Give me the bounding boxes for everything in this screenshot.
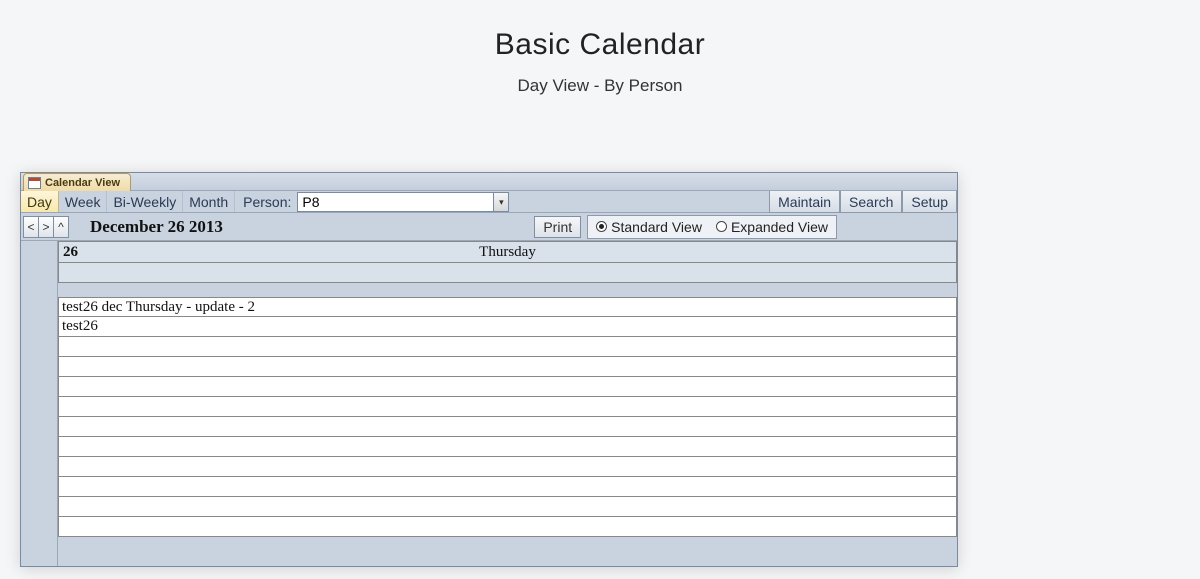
person-dropdown-button[interactable]: ▾ (493, 192, 509, 212)
chevron-down-icon: ▾ (499, 197, 504, 208)
day-grid: 26 Thursday test26 dec Thursday - update… (21, 241, 957, 566)
tab-week[interactable]: Week (59, 191, 108, 212)
event-row[interactable] (58, 437, 957, 457)
search-button[interactable]: Search (840, 191, 902, 213)
window-tab[interactable]: Calendar View (23, 173, 131, 191)
event-text: test26 (62, 318, 98, 335)
tab-biweekly-label: Bi-Weekly (113, 194, 176, 210)
calendar-window: Calendar View Day Week Bi-Weekly Month P… (20, 172, 958, 567)
view-toolbar: Day Week Bi-Weekly Month Person: ▾ Maint… (21, 191, 957, 213)
event-row[interactable] (58, 457, 957, 477)
event-row[interactable] (58, 517, 957, 537)
tab-day[interactable]: Day (21, 191, 59, 212)
chevron-up-icon: ^ (58, 220, 64, 234)
day-name: Thursday (59, 244, 956, 261)
print-button[interactable]: Print (534, 216, 581, 238)
tab-biweekly[interactable]: Bi-Weekly (107, 191, 183, 212)
print-button-label: Print (543, 219, 572, 235)
prev-button[interactable]: < (23, 216, 39, 238)
setup-button-label: Setup (911, 194, 948, 210)
day-header: 26 Thursday (58, 241, 957, 263)
event-row[interactable] (58, 357, 957, 377)
setup-button[interactable]: Setup (902, 191, 957, 213)
window-tab-title: Calendar View (45, 177, 120, 189)
event-row[interactable]: test26 dec Thursday - update - 2 (58, 297, 957, 317)
radio-expanded-label: Expanded View (731, 219, 828, 235)
radio-standard-label: Standard View (611, 219, 702, 235)
date-toolbar: < > ^ December 26 2013 Print Standard Vi… (21, 213, 957, 241)
chevron-left-icon: < (27, 220, 34, 234)
page-subtitle: Day View - By Person (0, 76, 1200, 96)
tab-month-label: Month (189, 194, 228, 210)
allday-row[interactable] (58, 263, 957, 283)
form-icon (28, 177, 41, 189)
event-row[interactable] (58, 337, 957, 357)
window-titlebar: Calendar View (21, 173, 957, 191)
event-row[interactable] (58, 377, 957, 397)
radio-dot-icon (716, 221, 727, 232)
maintain-button[interactable]: Maintain (769, 191, 840, 213)
tab-week-label: Week (65, 194, 101, 210)
event-row[interactable] (58, 497, 957, 517)
radio-expanded-view[interactable]: Expanded View (716, 219, 828, 235)
day-column: 26 Thursday test26 dec Thursday - update… (58, 241, 957, 566)
view-options-group: Standard View Expanded View (587, 215, 837, 239)
up-button[interactable]: ^ (53, 216, 69, 238)
person-input[interactable] (297, 192, 493, 212)
event-row[interactable] (58, 417, 957, 437)
maintain-button-label: Maintain (778, 194, 831, 210)
page-heading: Basic Calendar Day View - By Person (0, 0, 1200, 96)
person-select[interactable]: ▾ (297, 192, 509, 212)
tab-month[interactable]: Month (183, 191, 235, 212)
radio-standard-view[interactable]: Standard View (596, 219, 702, 235)
current-date: December 26 2013 (90, 217, 223, 237)
grid-spacer (58, 283, 957, 297)
search-button-label: Search (849, 194, 893, 210)
event-row[interactable] (58, 477, 957, 497)
event-text: test26 dec Thursday - update - 2 (62, 299, 255, 316)
page-title: Basic Calendar (0, 28, 1200, 62)
radio-dot-icon (596, 221, 607, 232)
time-gutter (21, 241, 58, 566)
event-row[interactable]: test26 (58, 317, 957, 337)
chevron-right-icon: > (42, 220, 49, 234)
tab-day-label: Day (27, 194, 52, 210)
next-button[interactable]: > (38, 216, 54, 238)
person-label: Person: (235, 191, 297, 212)
event-row[interactable] (58, 397, 957, 417)
